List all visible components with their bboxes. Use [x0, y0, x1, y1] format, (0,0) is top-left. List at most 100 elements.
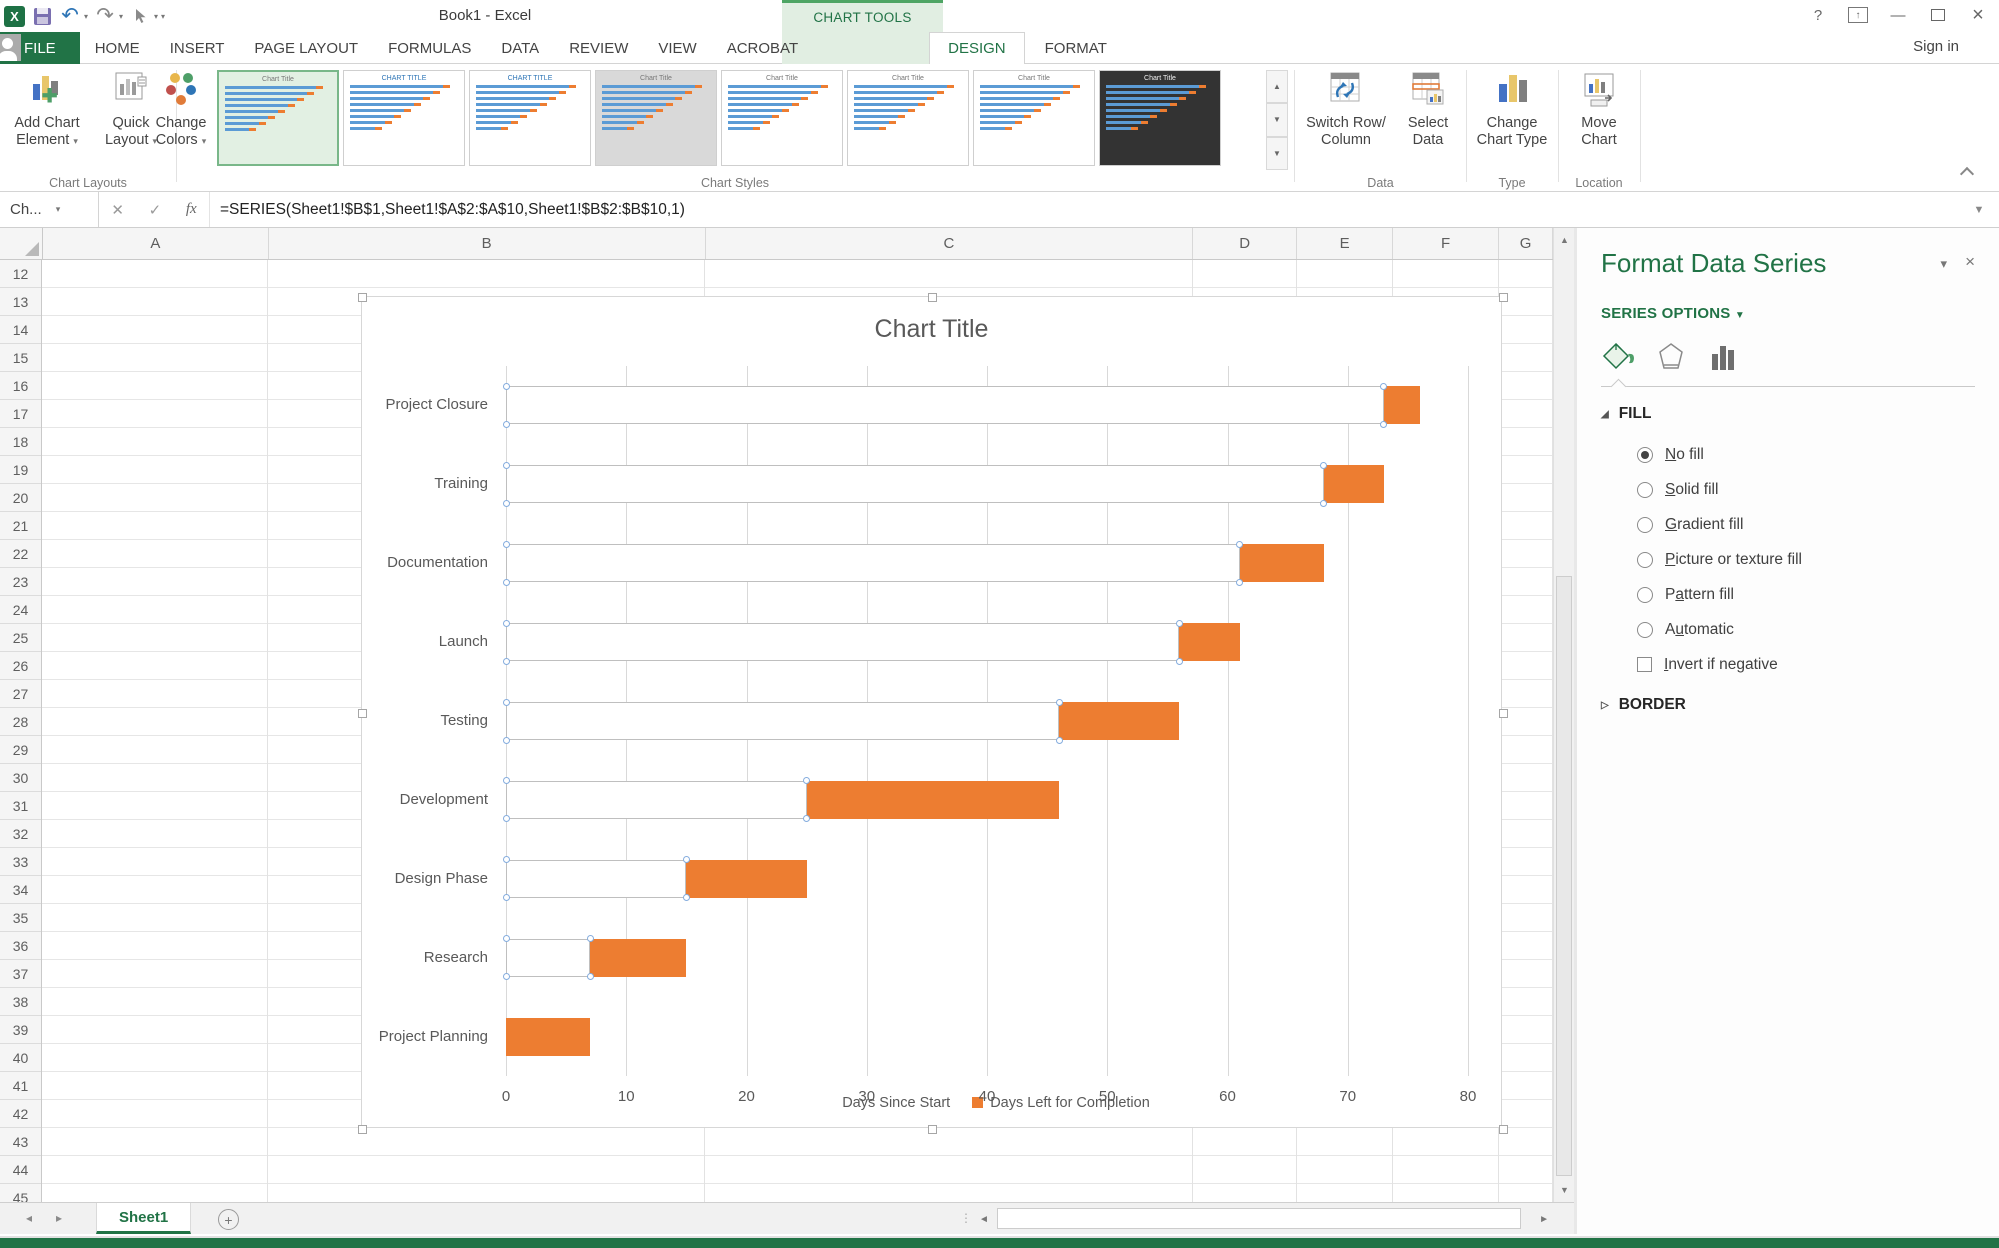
fill-option-picture-or-texture-fill[interactable]: Picture or texture fill: [1637, 542, 1975, 577]
minimize-icon[interactable]: —: [1885, 4, 1911, 26]
bar-days-since-start[interactable]: [506, 939, 590, 977]
radio-icon[interactable]: [1637, 622, 1653, 638]
tab-review[interactable]: REVIEW: [554, 32, 643, 64]
column-header-A[interactable]: A: [43, 228, 269, 259]
save-icon[interactable]: [31, 5, 53, 27]
move-chart-button[interactable]: Move Chart: [1564, 70, 1634, 174]
row-header-34[interactable]: 34: [0, 876, 41, 904]
name-box-caret-icon[interactable]: ▾: [56, 204, 61, 215]
selection-handle[interactable]: [1380, 421, 1387, 428]
bar-days-left[interactable]: [1384, 386, 1420, 424]
customize-qat-icon[interactable]: ▾: [161, 12, 165, 21]
tab-format[interactable]: FORMAT: [1025, 32, 1127, 64]
row-header-15[interactable]: 15: [0, 344, 41, 372]
invert-if-negative-checkbox[interactable]: Invert if negative: [1637, 647, 1975, 682]
radio-icon[interactable]: [1637, 552, 1653, 568]
chart-style-thumbnail-8[interactable]: Chart Title: [1099, 70, 1221, 166]
row-header-37[interactable]: 37: [0, 960, 41, 988]
insert-function-icon[interactable]: fx: [186, 201, 197, 218]
tab-page-layout[interactable]: PAGE LAYOUT: [239, 32, 373, 64]
bar-days-left[interactable]: [807, 781, 1060, 819]
chart-frame-handle[interactable]: [928, 293, 937, 302]
sheet-tab-sheet1[interactable]: Sheet1: [96, 1203, 191, 1234]
undo-caret-icon[interactable]: ▾: [84, 12, 88, 21]
row-header-39[interactable]: 39: [0, 1016, 41, 1044]
row-header-45[interactable]: 45: [0, 1184, 41, 1202]
bar-days-since-start[interactable]: [506, 465, 1324, 503]
scroll-up-icon[interactable]: ▲: [1554, 228, 1575, 252]
row-header-31[interactable]: 31: [0, 792, 41, 820]
selection-handle[interactable]: [1320, 500, 1327, 507]
radio-icon[interactable]: [1637, 447, 1653, 463]
selection-handle[interactable]: [503, 894, 510, 901]
row-header-36[interactable]: 36: [0, 932, 41, 960]
selection-handle[interactable]: [1236, 541, 1243, 548]
row-header-22[interactable]: 22: [0, 540, 41, 568]
selection-handle[interactable]: [503, 383, 510, 390]
tab-formulas[interactable]: FORMULAS: [373, 32, 486, 64]
add-chart-element-button[interactable]: Add Chart Element ▾: [6, 70, 88, 174]
chart-style-thumbnail-6[interactable]: Chart Title: [847, 70, 969, 166]
bar-days-since-start[interactable]: [506, 544, 1240, 582]
chart-style-thumbnail-7[interactable]: Chart Title: [973, 70, 1095, 166]
chart-style-thumbnail-5[interactable]: Chart Title: [721, 70, 843, 166]
tab-view[interactable]: VIEW: [643, 32, 711, 64]
selection-handle[interactable]: [1320, 462, 1327, 469]
row-header-30[interactable]: 30: [0, 764, 41, 792]
selection-handle[interactable]: [587, 935, 594, 942]
checkbox-icon[interactable]: [1637, 657, 1652, 672]
row-header-27[interactable]: 27: [0, 680, 41, 708]
bar-days-since-start[interactable]: [506, 781, 807, 819]
selection-handle[interactable]: [503, 421, 510, 428]
bar-days-since-start[interactable]: [506, 860, 686, 898]
row-header-40[interactable]: 40: [0, 1044, 41, 1072]
selection-handle[interactable]: [1056, 699, 1063, 706]
selection-handle[interactable]: [503, 699, 510, 706]
selection-handle[interactable]: [1176, 658, 1183, 665]
tab-acrobat[interactable]: ACROBAT: [712, 32, 813, 64]
row-header-24[interactable]: 24: [0, 596, 41, 624]
chart-frame-handle[interactable]: [358, 1125, 367, 1134]
horizontal-scrollbar[interactable]: ◄ ►: [975, 1207, 1553, 1231]
bar-days-left[interactable]: [1179, 623, 1239, 661]
row-header-38[interactable]: 38: [0, 988, 41, 1016]
ribbon-display-options-icon[interactable]: ↑: [1845, 4, 1871, 26]
bar-days-since-start[interactable]: [506, 386, 1384, 424]
bar-days-left[interactable]: [1324, 465, 1384, 503]
chart-frame-handle[interactable]: [358, 709, 367, 718]
selection-handle[interactable]: [503, 815, 510, 822]
bar-days-since-start[interactable]: [506, 702, 1059, 740]
collapse-ribbon-icon[interactable]: [1960, 166, 1974, 175]
fill-option-automatic[interactable]: Automatic: [1637, 612, 1975, 647]
bar-days-since-start[interactable]: [506, 623, 1179, 661]
row-header-19[interactable]: 19: [0, 456, 41, 484]
tab-insert[interactable]: INSERT: [155, 32, 240, 64]
scroll-down-icon[interactable]: ▼: [1554, 1178, 1575, 1202]
selection-handle[interactable]: [683, 894, 690, 901]
row-header-35[interactable]: 35: [0, 904, 41, 932]
touch-mouse-mode-icon[interactable]: [129, 5, 151, 27]
column-header-C[interactable]: C: [706, 228, 1194, 259]
formula-input[interactable]: =SERIES(Sheet1!$B$1,Sheet1!$A$2:$A$10,Sh…: [210, 192, 1959, 227]
chart-frame-handle[interactable]: [1499, 293, 1508, 302]
redo-icon[interactable]: ↷: [94, 5, 116, 27]
gallery-scroll-down-icon[interactable]: ▼: [1266, 103, 1288, 136]
splitter-dots-icon[interactable]: ⋮: [960, 1211, 972, 1225]
selection-handle[interactable]: [1236, 579, 1243, 586]
chart-style-thumbnail-3[interactable]: CHART TITLE: [469, 70, 591, 166]
select-all-corner[interactable]: [0, 228, 43, 259]
selection-handle[interactable]: [503, 579, 510, 586]
row-header-14[interactable]: 14: [0, 316, 41, 344]
row-header-44[interactable]: 44: [0, 1156, 41, 1184]
row-header-33[interactable]: 33: [0, 848, 41, 876]
column-header-G[interactable]: G: [1499, 228, 1553, 259]
row-header-26[interactable]: 26: [0, 652, 41, 680]
row-header-23[interactable]: 23: [0, 568, 41, 596]
next-sheet-icon[interactable]: ▸: [56, 1211, 62, 1225]
row-header-13[interactable]: 13: [0, 288, 41, 316]
horizontal-scroll-thumb[interactable]: [997, 1208, 1521, 1229]
selection-handle[interactable]: [503, 973, 510, 980]
chart-style-thumbnail-1[interactable]: Chart Title: [217, 70, 339, 166]
row-header-25[interactable]: 25: [0, 624, 41, 652]
row-header-18[interactable]: 18: [0, 428, 41, 456]
